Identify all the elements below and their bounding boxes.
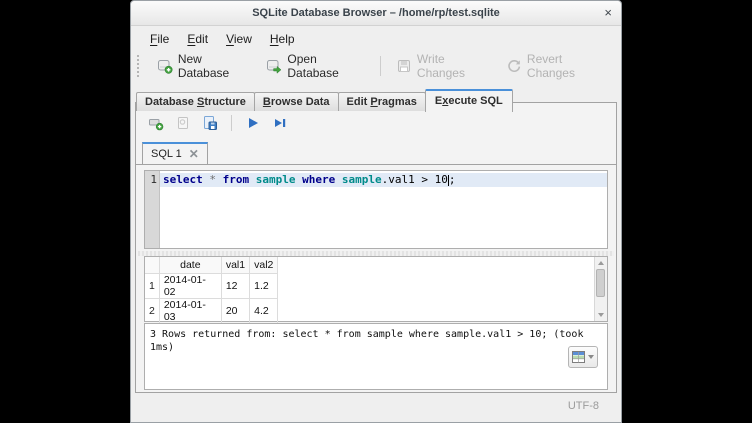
results-col-val1[interactable]: val1 (221, 257, 249, 273)
close-tab-icon[interactable]: ✕ (189, 149, 199, 159)
sql-editor[interactable]: 1 select * from sample where sample.val1… (144, 170, 608, 249)
table-cell[interactable]: 2014-01-02 (159, 273, 221, 298)
table-cell[interactable]: 4.2 (250, 298, 278, 323)
table-cell[interactable]: 12 (221, 273, 249, 298)
window-title: SQLite Database Browser – /home/rp/test.… (131, 1, 621, 26)
open-sql-file-icon (175, 115, 191, 131)
execute-sql-panel: SQL 1 ✕ 1 select * from sample where sam… (135, 102, 617, 393)
scroll-up-icon[interactable] (598, 261, 604, 265)
table-cell[interactable]: 2014-01-03 (159, 298, 221, 323)
app-window: SQLite Database Browser – /home/rp/test.… (130, 0, 622, 423)
menu-view[interactable]: View (217, 29, 261, 49)
results-col-date[interactable]: date (159, 257, 221, 273)
table-row[interactable]: 12014-01-02121.2 (145, 273, 278, 298)
sql-token: .val1 > 10 (382, 173, 448, 186)
results-col-val2[interactable]: val2 (250, 257, 278, 273)
line-number-gutter: 1 (145, 171, 160, 248)
sql-token: sample (342, 173, 382, 186)
code-area[interactable]: select * from sample where sample.val1 >… (160, 171, 607, 248)
line-number: 1 (150, 173, 157, 186)
sql-toolbar (147, 114, 289, 132)
main-toolbar: New Database Open Database Write Changes (131, 50, 621, 81)
revert-changes-label: Revert Changes (527, 52, 607, 80)
toolbar-drag-handle[interactable] (137, 55, 142, 77)
execute-current-line-icon (272, 115, 288, 131)
sql-code-line[interactable]: select * from sample where sample.val1 >… (160, 173, 607, 187)
open-sql-file-button[interactable] (174, 114, 192, 132)
write-changes-button[interactable]: Write Changes (388, 49, 498, 83)
save-sql-file-button[interactable] (201, 114, 219, 132)
sql-tab-baseline (136, 164, 616, 165)
sql-token (335, 173, 342, 186)
status-bar: UTF-8 (131, 393, 621, 423)
open-database-button[interactable]: Open Database (258, 49, 373, 83)
sql-token: ; (449, 173, 456, 186)
results-vertical-scrollbar[interactable] (594, 257, 607, 321)
tab-edit-pragmas[interactable]: Edit Pragmas (338, 92, 426, 111)
sql-token (249, 173, 256, 186)
open-database-label: Open Database (287, 52, 365, 80)
sql-1-tab-label: SQL 1 (151, 148, 182, 160)
new-database-label: New Database (178, 52, 251, 80)
execute-sql-icon (245, 115, 261, 131)
results-table: dateval1val2 12014-01-02121.222014-01-03… (145, 257, 278, 324)
sql-token: where (302, 173, 335, 186)
row-number: 1 (145, 273, 159, 298)
main-tabs: Database StructureBrowse DataEdit Pragma… (131, 89, 621, 111)
open-database-icon (266, 58, 282, 74)
revert-changes-icon (506, 58, 522, 74)
log-message: 3 Rows returned from: select * from samp… (145, 324, 600, 358)
export-results-button[interactable] (568, 346, 598, 368)
execute-sql-button[interactable] (244, 114, 262, 132)
write-changes-label: Write Changes (417, 52, 490, 80)
execution-log: 3 Rows returned from: select * from samp… (144, 323, 608, 390)
table-cell[interactable]: 20 (221, 298, 249, 323)
tab-execute-sql[interactable]: Execute SQL (425, 89, 513, 112)
execute-current-line-button[interactable] (271, 114, 289, 132)
sql-token (216, 173, 223, 186)
save-sql-file-icon (202, 115, 218, 131)
new-database-icon (157, 58, 173, 74)
new-database-button[interactable]: New Database (149, 49, 259, 83)
encoding-indicator: UTF-8 (568, 400, 599, 412)
scroll-down-icon[interactable] (598, 313, 604, 317)
results-header-row: dateval1val2 (145, 257, 278, 273)
sql-token: * (209, 173, 216, 186)
table-cell[interactable]: 1.2 (250, 273, 278, 298)
row-number: 2 (145, 298, 159, 323)
scrollbar-thumb[interactable] (596, 269, 605, 297)
menu-help[interactable]: Help (261, 29, 304, 49)
tab-browse-data[interactable]: Browse Data (254, 92, 339, 111)
results-body: 12014-01-02121.222014-01-03204.2 (145, 273, 278, 323)
revert-changes-button[interactable]: Revert Changes (498, 49, 615, 83)
sql-token: select (163, 173, 203, 186)
write-changes-icon (396, 58, 412, 74)
menu-file[interactable]: File (141, 29, 178, 49)
menu-edit[interactable]: Edit (178, 29, 217, 49)
sql-toolbar-separator (231, 115, 232, 131)
chevron-down-icon (588, 355, 594, 359)
sql-token: from (223, 173, 250, 186)
open-tab-button[interactable] (147, 114, 165, 132)
table-row[interactable]: 22014-01-03204.2 (145, 298, 278, 323)
tab-database-structure[interactable]: Database Structure (136, 92, 255, 111)
export-results-icon (572, 350, 586, 364)
open-tab-icon (148, 115, 164, 131)
window-close-icon[interactable]: × (604, 1, 612, 25)
results-corner-cell (145, 257, 159, 273)
title-bar[interactable]: SQLite Database Browser – /home/rp/test.… (131, 1, 621, 26)
sql-1-tab[interactable]: SQL 1 ✕ (142, 142, 208, 164)
menu-bar: FileEditViewHelp (131, 26, 621, 50)
sql-token: sample (256, 173, 296, 186)
toolbar-separator (380, 56, 381, 76)
results-grid: dateval1val2 12014-01-02121.222014-01-03… (144, 256, 608, 322)
